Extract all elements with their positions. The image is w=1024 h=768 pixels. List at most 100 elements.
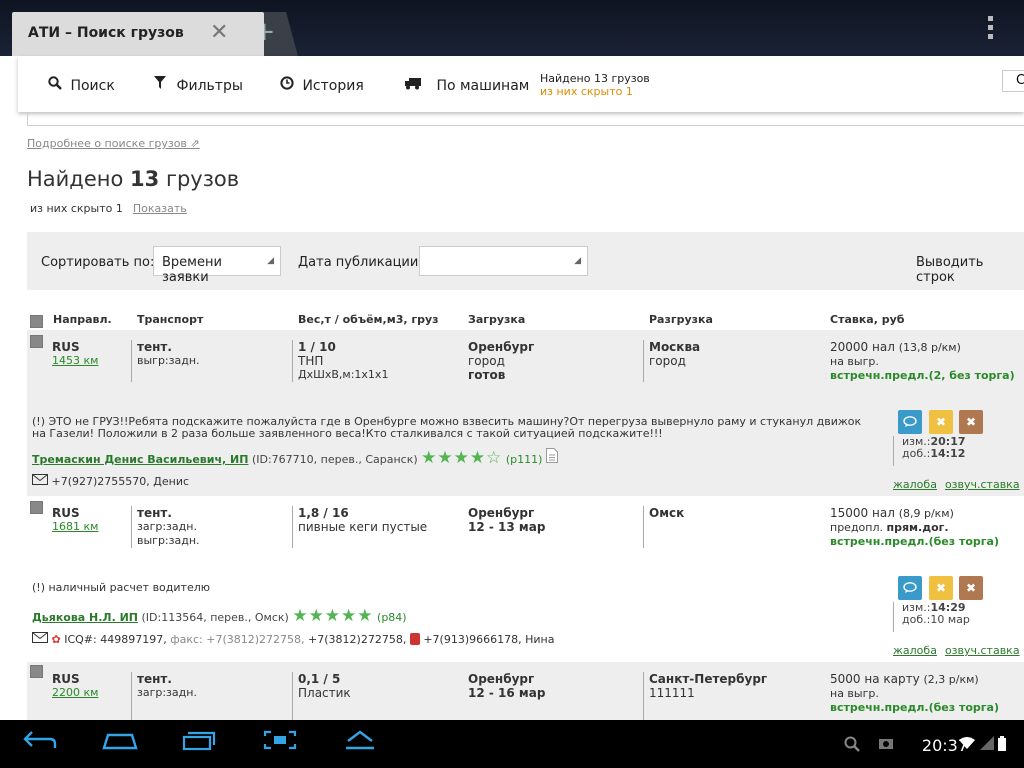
comment-button[interactable] [898, 410, 922, 434]
search-toolbar: Поиск Фильтры История По машинам Найдено… [18, 56, 1024, 112]
screenshot-icon[interactable] [262, 728, 298, 758]
search-button[interactable]: Поиск [48, 76, 115, 94]
pub-date-select[interactable]: ◢ [419, 246, 588, 276]
hidden-count-text: из них скрыто 1 [540, 85, 633, 98]
more-about-search-link[interactable]: Подробнее о поиске грузов ⇗ [27, 137, 200, 150]
show-hidden-link[interactable]: Показать [133, 202, 187, 215]
tab-title: АТИ – Поиск грузов [28, 25, 184, 41]
home-icon[interactable] [102, 728, 138, 758]
toolbar-right-button[interactable]: С [1002, 70, 1024, 92]
direction-cell: RUS 1453 км [52, 340, 99, 368]
page-title: Найдено 13 грузов [27, 167, 240, 191]
rating-score[interactable]: (p84) [377, 611, 407, 624]
row-checkbox[interactable] [30, 665, 43, 678]
history-button[interactable]: История [280, 76, 364, 94]
cargo-note: (!) наличный расчет водителю [32, 581, 210, 594]
contact-line: +7(927)2755570, Денис [32, 474, 189, 488]
row-checkbox[interactable] [30, 501, 43, 514]
found-summary: Найдено 13 грузов из них скрыто 1 [540, 72, 650, 98]
timestamps: изм.:14:29 доб.:10 мар [893, 602, 970, 632]
col-weight: Вес,т / объём,м3, груз [298, 313, 439, 326]
mobile-phone-icon [409, 633, 420, 645]
weight-cell: 1,8 / 16 пивные кеги пустые [292, 506, 462, 548]
company-link[interactable]: Тремаскин Денис Васильевич, ИП [32, 453, 248, 466]
row-links: жалобаозвуч.ставкап [893, 478, 1024, 491]
search-label: Поиск [70, 78, 115, 94]
distance-link[interactable]: 1681 км [52, 520, 98, 534]
truck-icon [404, 76, 432, 94]
direction-cell: RUS 2200 км [52, 672, 99, 700]
rating-score[interactable]: (p111) [506, 453, 543, 466]
overflow-menu-icon[interactable] [988, 16, 996, 43]
table-header: Направл. Транспорт Вес,т / объём,м3, гру… [27, 306, 1024, 330]
complaint-link[interactable]: жалоба [893, 644, 937, 657]
comment-button[interactable] [898, 576, 922, 600]
weight-cell: 1 / 10 ТНП ДхШхВ,м:1х1х1 [292, 340, 462, 382]
back-icon[interactable] [22, 728, 58, 758]
rating-stars: ★★★★☆ [421, 448, 503, 468]
hide-button[interactable]: ✖ [929, 576, 953, 600]
signal-icon [980, 736, 994, 754]
hide-button[interactable]: ✖ [929, 410, 953, 434]
filter-icon [154, 76, 172, 94]
row-links: жалобаозвуч.ставкап [893, 644, 1024, 657]
company-link[interactable]: Дьякова Н.Л. ИП [32, 611, 138, 624]
result-count: 13 [130, 167, 160, 191]
recent-apps-icon[interactable] [182, 728, 218, 758]
distance-link[interactable]: 2200 км [52, 686, 98, 700]
select-all-checkbox[interactable] [30, 315, 43, 328]
rate-cell: 15000 нал (8,9 р/км) предопл. прям.дог. … [830, 506, 999, 548]
complaint-link[interactable]: жалоба [893, 478, 937, 491]
system-navigation-bar: 20:37 [0, 720, 1024, 768]
cargo-row: RUS 1681 км тент. загр:задн. выгр:задн. … [27, 496, 1024, 662]
external-link-icon: ⇗ [190, 137, 200, 150]
rate-cell: 20000 нал (13,8 р/км) на выгр. встречн.п… [830, 340, 1015, 382]
loading-cell: Оренбург 12 - 16 мар [468, 672, 546, 700]
loading-cell: Оренбург город готов [468, 340, 535, 382]
row-checkbox[interactable] [30, 335, 43, 348]
voice-rate-link[interactable]: озвуч.ставка [945, 644, 1020, 657]
camera-status-icon [878, 736, 894, 754]
sort-select[interactable]: Времени заявки ◢ [153, 246, 281, 285]
unloading-cell: Омск [643, 506, 684, 548]
col-direction: Направл. [53, 313, 112, 326]
dropdown-arrow-icon: ◢ [574, 256, 581, 266]
rating-stars: ★★★★★ [292, 606, 374, 626]
search-icon [48, 76, 66, 94]
transport-cell: тент. загр:задн. [131, 672, 291, 720]
filters-label: Фильтры [176, 78, 243, 94]
weight-cell: 0,1 / 5 Пластик [292, 672, 462, 720]
hidden-info: из них скрыто 1 Показать [30, 202, 187, 215]
transport-cell: тент. выгр:задн. [131, 340, 291, 382]
mail-icon[interactable] [32, 632, 48, 646]
icq-icon: ✿ [51, 633, 61, 646]
cargo-note: (!) ЭТО не ГРУЗ!!Ребята подскажите пожал… [32, 415, 862, 440]
search-status-icon[interactable] [844, 736, 860, 756]
voice-rate-link[interactable]: озвуч.ставка [945, 478, 1020, 491]
by-vehicle-button[interactable]: По машинам [404, 76, 529, 94]
rate-cell: 5000 на карту (2,3 р/км) на выгр. встреч… [830, 672, 999, 714]
browser-tabbar: + АТИ – Поиск грузов ✕ [0, 0, 1024, 56]
by-vehicle-label: По машинам [436, 78, 530, 94]
menu-up-icon[interactable] [342, 728, 378, 758]
direction-cell: RUS 1681 км [52, 506, 99, 534]
close-icon[interactable]: ✕ [210, 20, 228, 45]
pub-date-label: Дата публикации: [298, 255, 423, 270]
cargo-row: RUS 2200 км тент. загр:задн. 0,1 / 5 Пла… [27, 662, 1024, 720]
col-unloading: Разгрузка [649, 313, 713, 326]
mail-icon[interactable] [32, 474, 48, 488]
delete-button[interactable]: ✖ [959, 576, 983, 600]
browser-tab[interactable]: АТИ – Поиск грузов ✕ [12, 12, 264, 56]
col-rate: Ставка, руб [830, 313, 905, 326]
delete-button[interactable]: ✖ [959, 410, 983, 434]
filters-button[interactable]: Фильтры [154, 76, 243, 94]
distance-link[interactable]: 1453 км [52, 354, 98, 368]
unloading-cell: Санкт-Петербург 111111 [643, 672, 767, 720]
found-count-text: Найдено 13 грузов [540, 72, 650, 85]
unloading-cell: Москва город [643, 340, 700, 382]
document-icon[interactable] [545, 448, 558, 466]
rows-per-page-label: Выводить строк [916, 255, 984, 285]
dropdown-arrow-icon: ◢ [267, 256, 274, 266]
timestamps: изм.:20:17 доб.:14:12 [893, 436, 966, 466]
loading-cell: Оренбург 12 - 13 мар [468, 506, 546, 534]
